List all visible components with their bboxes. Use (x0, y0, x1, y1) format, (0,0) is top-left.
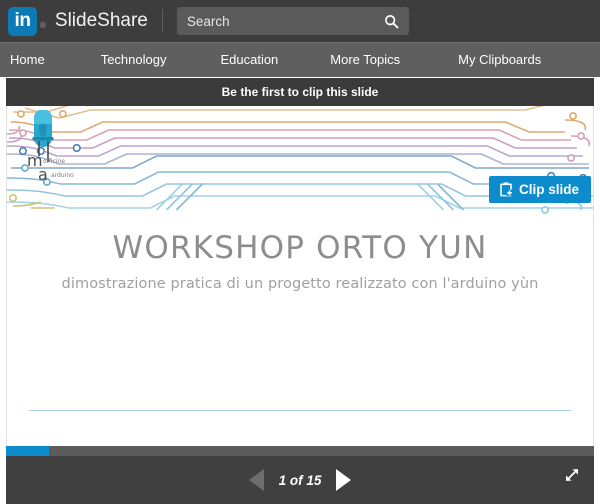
slide-progress-bar[interactable] (6, 446, 594, 456)
slide-viewport[interactable]: m a officine arduino WORKSHOP ORTO YUN d… (6, 106, 594, 474)
slide-player: Be the first to clip this slide m a offi… (0, 77, 600, 504)
search-icon (385, 14, 399, 28)
clip-prompt-banner: Be the first to clip this slide (6, 78, 594, 106)
playback-controls: 1 of 15 (6, 456, 594, 504)
nav-item-technology[interactable]: Technology (91, 43, 177, 77)
slide-progress-fill (6, 446, 49, 456)
chevron-right-icon (336, 469, 351, 491)
officine-arduino-led-logo: m a officine arduino (27, 110, 74, 182)
svg-text:a: a (38, 165, 48, 182)
page-indicator: 1 of 15 (278, 472, 322, 488)
linkedin-logo-letters: in (14, 9, 31, 31)
slide-text-block: WORKSHOP ORTO YUN dimostrazione pratica … (7, 230, 593, 292)
svg-text:arduino: arduino (51, 172, 74, 179)
search-box[interactable] (176, 7, 409, 35)
fullscreen-expand-icon (565, 468, 579, 482)
next-slide-button[interactable] (336, 469, 351, 491)
nav-item-education[interactable]: Education (210, 43, 288, 77)
clip-slide-button-label: Clip slide (518, 182, 579, 197)
slide-divider-rule (29, 410, 571, 411)
linkedin-logo[interactable]: in (8, 6, 37, 36)
slide-title: WORKSHOP ORTO YUN (112, 230, 488, 266)
chevron-left-icon (249, 469, 264, 491)
slide-canvas: m a officine arduino WORKSHOP ORTO YUN d… (7, 106, 593, 474)
clipboard-plus-icon (500, 182, 513, 197)
header-divider (161, 9, 163, 33)
nav-item-my-clipboards[interactable]: My Clipboards (448, 43, 551, 77)
registered-trademark-mark: ® (40, 21, 46, 30)
top-header-bar: in ® SlideShare (0, 0, 600, 42)
main-navigation-bar: Home Technology Education More Topics My… (0, 42, 600, 77)
slideshare-brand-name[interactable]: SlideShare (55, 10, 148, 32)
nav-item-home[interactable]: Home (0, 43, 55, 77)
player-control-bar: 1 of 15 (6, 446, 594, 504)
slide-subtitle: dimostrazione pratica di un progetto rea… (61, 276, 539, 292)
nav-item-more-topics[interactable]: More Topics (320, 43, 410, 77)
clip-slide-button[interactable]: Clip slide (488, 176, 591, 203)
search-button[interactable] (379, 7, 405, 35)
previous-slide-button[interactable] (249, 469, 264, 491)
search-input[interactable] (176, 7, 409, 35)
fullscreen-button[interactable] (562, 465, 582, 485)
svg-text:officine: officine (43, 158, 65, 165)
